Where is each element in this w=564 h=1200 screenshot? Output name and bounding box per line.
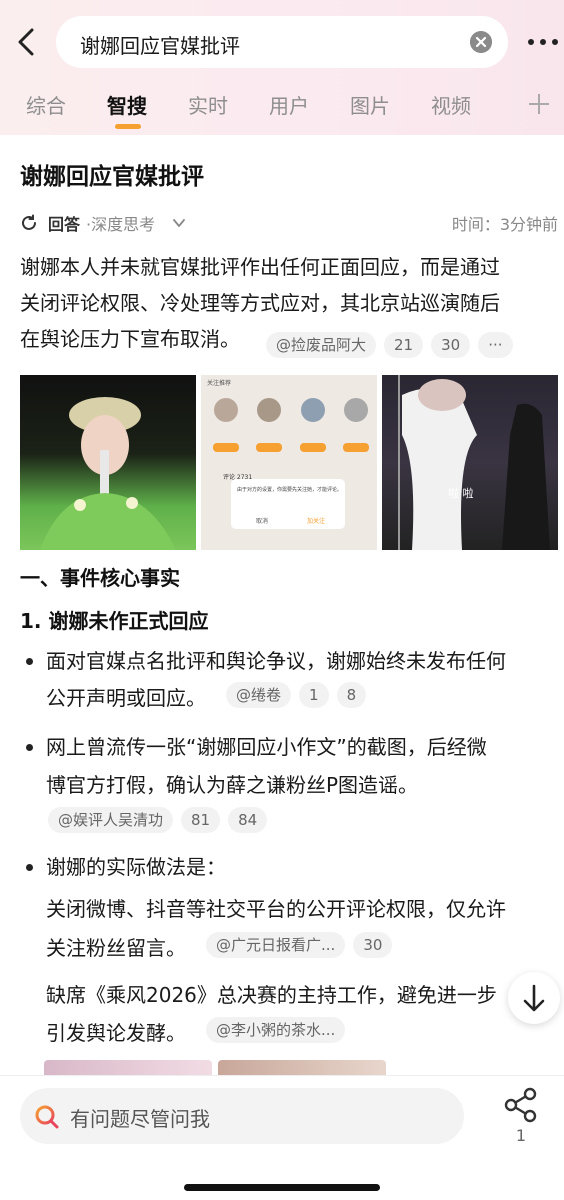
bullet-dot (26, 744, 33, 751)
tab-comprehensive[interactable]: 综合 (26, 90, 66, 119)
ref-count-chip[interactable]: 21 (384, 332, 424, 358)
answer-time: 时间：3分钟前 (451, 215, 558, 234)
source-chip[interactable]: @李小粥的茶水... (206, 1017, 346, 1043)
scroll-down-button[interactable] (508, 972, 560, 1024)
bullet-text: 网上曾流传一张“谢娜回应小作文”的截图，后经微 (46, 735, 487, 759)
ask-input[interactable]: 有问题尽管问我 (20, 1088, 464, 1144)
answer-meta: 回答 ·深度思考 时间：3分钟前 (20, 211, 560, 235)
tab-bar: 综合 智搜 实时 用户 图片 视频 (0, 90, 564, 130)
active-tab-indicator (115, 124, 141, 129)
tab-users[interactable]: 用户 (269, 90, 309, 119)
img2-follow: 加关注 (307, 517, 325, 525)
performer-illustration (40, 397, 176, 550)
deep-thinking-toggle[interactable]: ·深度思考 (86, 211, 155, 235)
bullet2-chips: @娱评人吴清功 81 84 (48, 807, 275, 833)
subsection-heading: 1. 谢娜未作正式回应 (20, 609, 209, 633)
source-chip[interactable]: @娱评人吴清功 (48, 807, 174, 833)
answer-card: 谢娜回应官媒批评 回答 ·深度思考 时间：3分钟前 谢娜本人并未就官媒批评作出任… (0, 135, 564, 1075)
section-heading: 一、事件核心事实 (20, 566, 180, 590)
search-input[interactable]: 谢娜回应官媒批评 (80, 30, 240, 59)
bullet-text: 谢娜的实际做法是： (46, 855, 226, 879)
clear-icon[interactable] (470, 31, 492, 53)
ref-count-chip[interactable]: 84 (228, 807, 268, 833)
source-chip[interactable]: @捡废品阿大 (266, 332, 377, 358)
source-chip[interactable]: @绻卷 (226, 682, 292, 708)
chevron-down-icon[interactable] (172, 216, 186, 230)
summary-line: 在舆论压力下宣布取消。 (20, 327, 240, 351)
img2-cancel: 取消 (256, 517, 268, 525)
header: 谢娜回应官媒批评 综合 智搜 实时 用户 图片 视频 (0, 0, 564, 135)
img2-header: 关注推荐 (207, 379, 231, 387)
refresh-icon (22, 214, 36, 230)
ref-count-chip[interactable]: 8 (336, 682, 367, 708)
bullet3-chips-2: @李小粥的茶水... (206, 1017, 353, 1043)
bullet-text: 缺席《乘风2026》总决赛的主持工作，避免进一步 (46, 983, 497, 1007)
home-indicator (184, 1184, 380, 1191)
bullet-text: 关注粉丝留言。 (46, 936, 186, 960)
bullet1-chips: @绻卷 1 8 (226, 682, 374, 708)
more-sources-chip[interactable]: ··· (478, 332, 513, 358)
bullet-dot (26, 864, 33, 871)
more-icon[interactable] (526, 32, 560, 52)
answer-label: 回答 (48, 215, 81, 234)
bullet-text: 面对官媒点名批评和舆论争议，谢娜始终未发布任何 (46, 649, 506, 673)
summary-source-chips: @捡废品阿大 21 30 ··· (266, 332, 521, 358)
stage-illustration: 啦 啦 (398, 375, 550, 550)
add-tab-icon[interactable] (528, 93, 550, 115)
ref-count-chip[interactable]: 1 (299, 682, 329, 708)
thumbnail-image[interactable] (44, 1060, 212, 1075)
img3-caption: 啦 啦 (448, 486, 474, 500)
answer-title: 谢娜回应官媒批评 (20, 164, 204, 190)
photo-performer-green-dress[interactable] (20, 375, 196, 550)
ref-count-chip[interactable]: 81 (181, 807, 221, 833)
bottom-bar: 有问题尽管问我 1 (0, 1075, 564, 1200)
tab-smart-search[interactable]: 智搜 (107, 90, 147, 119)
arrow-down-icon (523, 984, 545, 1012)
bullet-text: 公开声明或回应。 (46, 686, 206, 710)
tab-videos[interactable]: 视频 (431, 90, 471, 119)
bullet-text: 博官方打假，确认为薛之谦粉丝P图造谣。 (46, 773, 419, 797)
bullet-dot (26, 658, 33, 665)
tab-images[interactable]: 图片 (350, 90, 390, 119)
bullet-text: 引发舆论发酵。 (46, 1021, 186, 1045)
ref-count-chip[interactable]: 30 (431, 332, 471, 358)
share-count: 1 (515, 1126, 527, 1145)
summary-line: 关闭评论权限、冷处理等方式应对，其北京站巡演随后 (20, 291, 500, 315)
photo-stage-performance[interactable]: 啦 啦 (382, 375, 558, 550)
tab-realtime[interactable]: 实时 (188, 90, 228, 119)
bullet-text: 关闭微博、抖音等社交平台的公开评论权限，仅允许 (46, 897, 506, 921)
summary-line: 谢娜本人并未就官媒批评作出任何正面回应，而是通过 (20, 255, 500, 279)
share-icon[interactable] (502, 1086, 540, 1124)
img2-dialog: 由于对方的设置，你需要先关注她，才能评论。 (237, 486, 342, 493)
back-icon[interactable] (12, 26, 40, 58)
search-icon (35, 1105, 59, 1129)
screenshot-comment-permission[interactable]: 关注推荐 评论 2731 由于对方的设置，你需要先关注她，才能评论。 取消 加关… (201, 375, 377, 550)
bullet3-chips: @广元日报看广... 30 (206, 932, 400, 958)
ref-count-chip[interactable]: 30 (353, 932, 393, 958)
more-image-thumbnails (44, 1060, 386, 1075)
ask-placeholder: 有问题尽管问我 (70, 1107, 210, 1131)
app-screenshot-illustration: 关注推荐 评论 2731 由于对方的设置，你需要先关注她，才能评论。 取消 加关… (201, 375, 377, 550)
thumbnail-image[interactable] (218, 1060, 386, 1075)
search-box[interactable]: 谢娜回应官媒批评 (56, 16, 508, 68)
source-chip[interactable]: @广元日报看广... (206, 932, 346, 958)
